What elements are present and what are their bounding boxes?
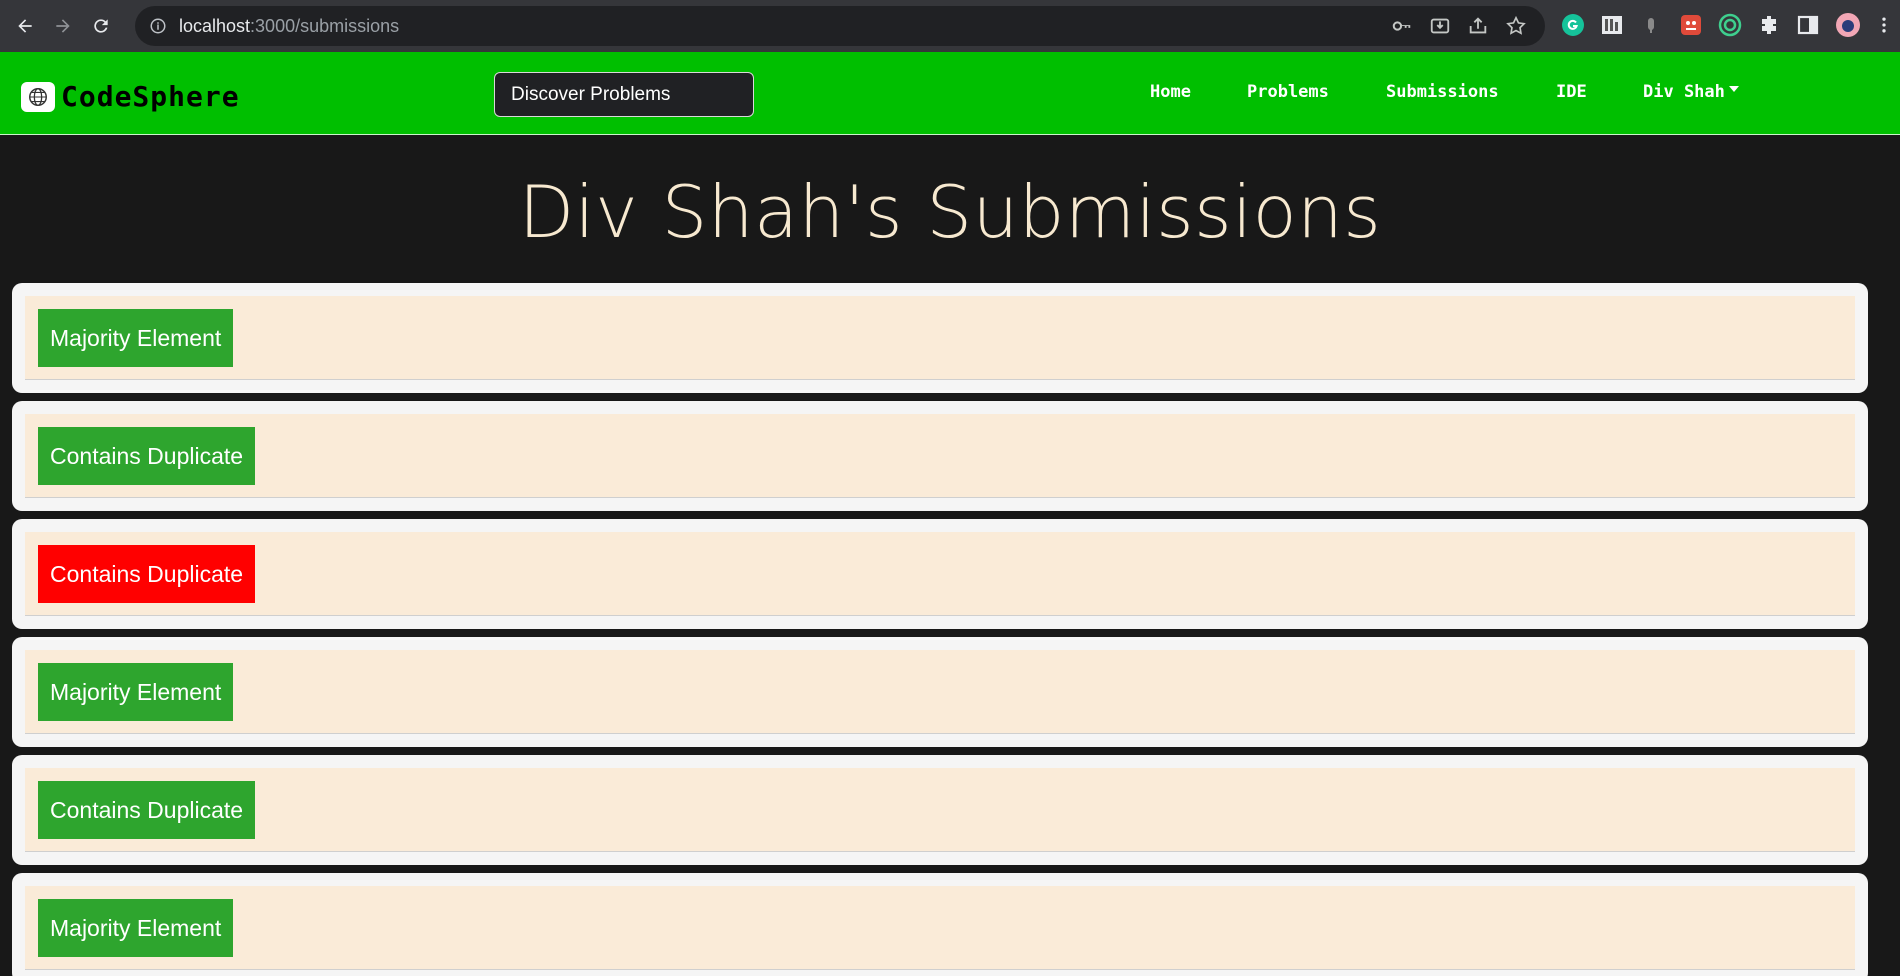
submission-row: Contains Duplicate (25, 768, 1855, 852)
submission-list: Majority Element Contains Duplicate Contai… (12, 283, 1868, 976)
extensions-puzzle-icon[interactable] (1756, 12, 1782, 38)
submission-row: Majority Element (25, 296, 1855, 380)
profile-avatar[interactable] (1835, 12, 1861, 38)
browser-toolbar: localhost:3000/submissions (0, 0, 1900, 52)
submission-problem-button[interactable]: Contains Duplicate (38, 427, 256, 485)
submission-row: Majority Element (25, 650, 1855, 734)
nav-ide[interactable]: IDE (1556, 82, 1587, 102)
address-url: localhost:3000/submissions (179, 15, 400, 36)
share-icon[interactable] (1467, 15, 1489, 37)
submission-problem-button[interactable]: Contains Duplicate (38, 781, 256, 839)
submission-card: Majority Element (12, 637, 1868, 747)
nav-home[interactable]: Home (1150, 82, 1191, 102)
user-menu-dropdown[interactable]: Div Shah (1643, 82, 1739, 102)
install-app-icon[interactable] (1429, 15, 1451, 37)
submission-problem-button[interactable]: Contains Duplicate (38, 545, 256, 603)
submission-row: Contains Duplicate (25, 414, 1855, 498)
address-bar[interactable]: localhost:3000/submissions (135, 6, 1545, 46)
forward-icon[interactable] (48, 11, 78, 41)
nav-submissions[interactable]: Submissions (1386, 82, 1499, 102)
browser-menu-icon[interactable] (1874, 12, 1894, 38)
submission-card: Contains Duplicate (12, 755, 1868, 865)
page-title: Div Shah's Submissions (518, 170, 1382, 254)
submission-card: Contains Duplicate (12, 401, 1868, 511)
grammarly-extension-icon[interactable] (1560, 12, 1586, 38)
submission-problem-button[interactable]: Majority Element (38, 899, 234, 957)
side-panel-icon[interactable] (1795, 12, 1821, 38)
submission-problem-button[interactable]: Majority Element (38, 663, 234, 721)
submission-problem-button[interactable]: Majority Element (38, 309, 234, 367)
nav-links: Home Problems Submissions IDE Div Shah (0, 52, 1900, 135)
columns-extension-icon[interactable] (1599, 12, 1625, 38)
app-navbar: CodeSphere Discover Problems Home Proble… (0, 52, 1900, 135)
submission-row: Majority Element (25, 886, 1855, 970)
bookmark-star-icon[interactable] (1505, 15, 1527, 37)
target-extension-icon[interactable] (1717, 12, 1743, 38)
mascot-extension-icon[interactable] (1678, 12, 1704, 38)
submission-card: Contains Duplicate (12, 519, 1868, 629)
submission-card: Majority Element (12, 873, 1868, 976)
user-menu-label: Div Shah (1643, 82, 1725, 102)
site-info-icon[interactable] (149, 17, 167, 35)
key-icon[interactable] (1391, 15, 1413, 37)
submission-card: Majority Element (12, 283, 1868, 393)
reload-icon[interactable] (86, 11, 116, 41)
pin-extension-icon[interactable] (1638, 12, 1664, 38)
back-icon[interactable] (10, 11, 40, 41)
nav-problems[interactable]: Problems (1247, 82, 1329, 102)
submission-row: Contains Duplicate (25, 532, 1855, 616)
caret-down-icon (1728, 86, 1739, 92)
